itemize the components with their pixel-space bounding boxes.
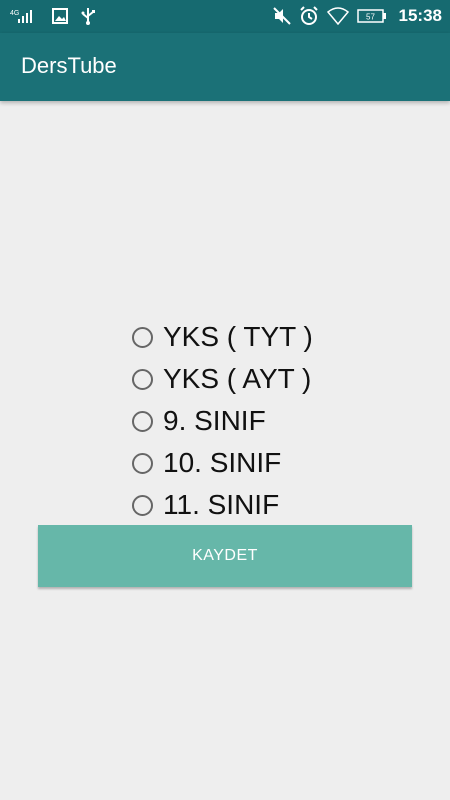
status-time: 15:38 (398, 6, 442, 25)
app-title: DersTube (21, 53, 117, 78)
radio-button-icon[interactable] (132, 368, 153, 390)
save-button[interactable]: KAYDET (38, 525, 412, 587)
radio-option-label: YKS ( TYT ) (163, 321, 313, 352)
usb-icon (80, 7, 96, 25)
radio-button-icon[interactable] (132, 452, 153, 474)
radio-option-10-sinif[interactable]: 10. SINIF (132, 442, 432, 484)
status-bar: 4G 57 15:38 (0, 0, 450, 33)
radio-option-label: YKS ( AYT ) (163, 363, 312, 394)
radio-button-icon[interactable] (132, 326, 153, 348)
image-icon (52, 8, 68, 24)
radio-option-label: 9. SINIF (163, 405, 266, 436)
radio-option-11-sinif[interactable]: 11. SINIF (132, 484, 432, 526)
radio-button-icon[interactable] (132, 410, 153, 432)
radio-option-label: 10. SINIF (163, 447, 282, 478)
battery-icon: 57 (356, 8, 387, 24)
radio-option-9-sinif[interactable]: 9. SINIF (132, 400, 432, 442)
battery-level-label: 57 (366, 13, 375, 22)
radio-button-icon[interactable] (132, 494, 153, 516)
app-bar: DersTube (0, 33, 450, 101)
network-type-label: 4G (10, 10, 19, 17)
radio-option-label: 11. SINIF (163, 489, 280, 520)
mute-icon (272, 7, 291, 25)
signal-icon: 4G (10, 8, 40, 24)
radio-option-yks-ayt[interactable]: YKS ( AYT ) (132, 358, 432, 400)
class-radio-group: YKS ( TYT ) YKS ( AYT ) 9. SINIF 10. SIN… (132, 316, 432, 526)
wifi-icon (326, 7, 349, 25)
alarm-icon (299, 6, 319, 26)
radio-option-yks-tyt[interactable]: YKS ( TYT ) (132, 316, 432, 358)
